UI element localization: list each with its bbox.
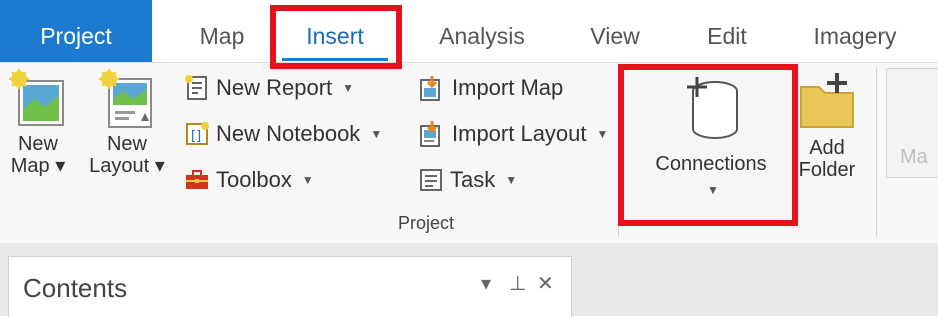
tab-imagery[interactable]: Imagery (800, 0, 910, 62)
new-map-label-1: New (17, 133, 58, 155)
add-folder-button[interactable]: Add Folder (792, 69, 862, 181)
group-divider (876, 67, 877, 237)
new-layout-label-1: New (106, 133, 147, 155)
close-icon[interactable]: ✕ (537, 271, 554, 296)
new-notebook-button[interactable]: [] New Notebook ▼ (184, 119, 382, 149)
import-layout-button[interactable]: Import Layout ▼ (418, 119, 608, 149)
task-button[interactable]: Task ▼ (418, 165, 517, 195)
new-map-icon (9, 69, 64, 126)
tab-edit[interactable]: Edit (690, 0, 764, 62)
import-map-label: Import Map (452, 75, 564, 100)
chevron-down-icon: ▼ (370, 127, 383, 141)
import-map-button[interactable]: Import Map (418, 73, 563, 103)
contents-pane: Contents ▾ ⊥ ✕ (8, 256, 572, 317)
new-report-button[interactable]: New Report ▼ (184, 73, 354, 103)
import-layout-icon (420, 121, 440, 147)
chevron-down-icon: ▼ (505, 173, 518, 187)
toolbox-icon (186, 170, 208, 189)
new-map-label-2: Map ▾ (10, 155, 66, 177)
disabled-button-label: Ma (900, 146, 928, 168)
tab-map[interactable]: Map (182, 0, 262, 62)
chevron-down-icon: ▼ (707, 183, 719, 197)
chevron-down-icon: ▼ (342, 81, 355, 95)
new-layout-button[interactable]: New Layout ▾ (86, 69, 168, 177)
connections-label: Connections (655, 153, 767, 175)
database-connection-icon (687, 77, 738, 139)
pin-icon[interactable]: ⊥ (509, 271, 526, 296)
add-folder-label-2: Folder (798, 159, 856, 181)
ribbon-tab-bar: Project Map Insert Analysis View Edit Im… (0, 0, 938, 62)
task-icon (420, 169, 442, 191)
new-layout-label-2: Layout ▾ (89, 155, 165, 177)
ribbon-panel: New Map ▾ New Layout ▾ New Report ▼ [] Ne… (0, 62, 938, 244)
add-folder-icon (800, 73, 854, 128)
task-label: Task (450, 167, 496, 192)
add-folder-label-1: Add (809, 137, 845, 159)
contents-title: Contents (23, 273, 128, 303)
toolbox-button[interactable]: Toolbox ▼ (184, 165, 314, 195)
new-layout-icon (99, 69, 152, 128)
tab-insert[interactable]: Insert (272, 0, 398, 62)
chevron-down-icon: ▼ (596, 127, 609, 141)
notebook-icon: [] (186, 122, 209, 145)
chevron-down-icon: ▼ (301, 173, 314, 187)
group-divider (618, 67, 619, 237)
pane-menu-chevron-icon[interactable]: ▾ (481, 271, 491, 296)
toolbox-label: Toolbox (216, 167, 292, 192)
active-tab-indicator (282, 58, 388, 61)
group-label-project: Project (398, 213, 455, 233)
connections-button[interactable]: Connections ▼ (636, 75, 786, 201)
tab-view[interactable]: View (574, 0, 656, 62)
report-icon (185, 75, 207, 100)
import-layout-label: Import Layout (452, 121, 587, 146)
new-report-label: New Report (216, 75, 333, 100)
new-map-button[interactable]: New Map ▾ (2, 69, 74, 177)
tab-project[interactable]: Project (0, 0, 152, 62)
svg-text:[]: [] (191, 129, 201, 144)
import-map-icon (420, 76, 440, 101)
tab-analysis[interactable]: Analysis (420, 0, 544, 62)
new-notebook-label: New Notebook (216, 121, 361, 146)
